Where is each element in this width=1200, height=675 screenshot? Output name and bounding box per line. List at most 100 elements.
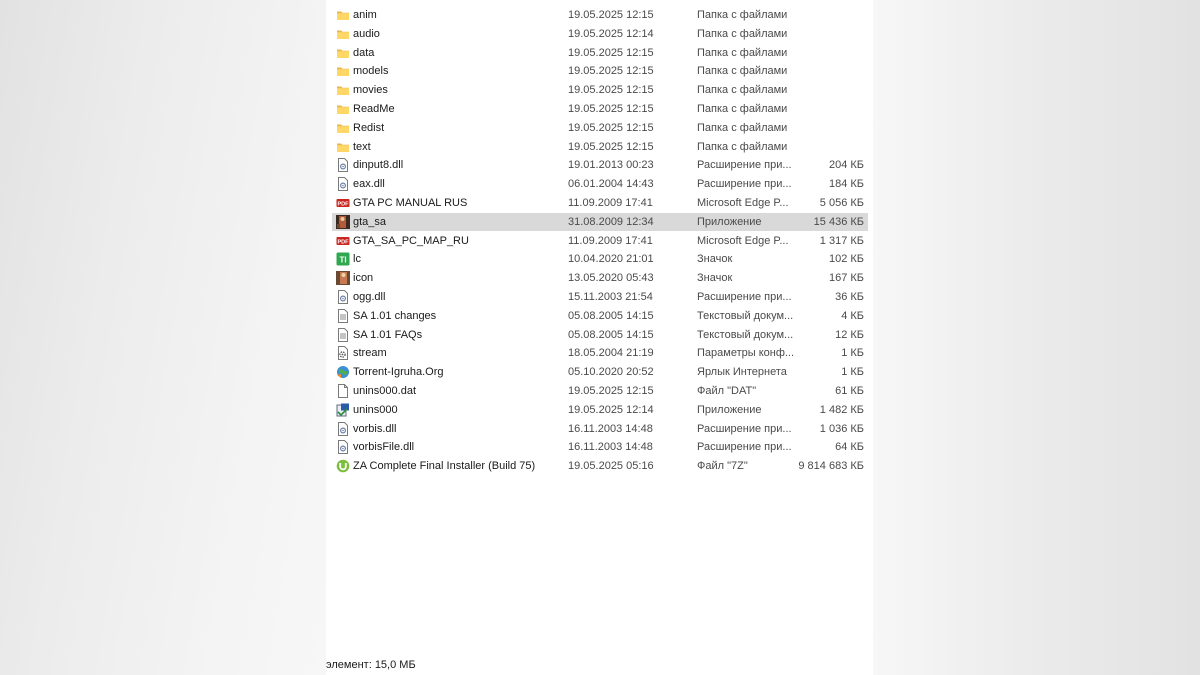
folder-icon (336, 121, 350, 135)
file-date-modified: 19.05.2025 12:14 (568, 403, 654, 416)
file-date-modified: 05.08.2005 14:15 (568, 309, 654, 322)
file-row[interactable]: dinput8.dll 19.01.2013 00:23 Расширение пр… (332, 156, 868, 174)
file-name: vorbisFile.dll (353, 441, 415, 454)
file-type: Расширение при... (697, 422, 792, 435)
file-type: Параметры конф... (697, 347, 795, 360)
file-date-modified: 19.05.2025 12:15 (568, 65, 654, 78)
file-name: dinput8.dll (353, 159, 404, 172)
file-row[interactable]: stream 18.05.2004 21:19 Параметры конф... 1… (332, 344, 868, 362)
background-left (0, 0, 326, 675)
file-date-modified: 06.01.2004 14:43 (568, 178, 654, 191)
file-row[interactable]: movies 19.05.2025 12:15 Папка с файлами (332, 81, 868, 99)
config-file-icon (336, 346, 350, 361)
file-date-modified: 31.08.2009 12:34 (568, 215, 654, 228)
file-size: 5 056 КБ (819, 197, 864, 209)
file-row[interactable]: eax.dll 06.01.2004 14:43 Расширение при...… (332, 175, 868, 193)
file-size: 204 КБ (828, 159, 864, 172)
file-type: Текстовый докум... (697, 328, 794, 341)
file-size: 102 КБ (828, 253, 864, 266)
file-date-modified: 13.05.2020 05:43 (568, 272, 654, 285)
dll-file-icon (336, 290, 350, 304)
file-type: Папка с файлами (697, 140, 788, 153)
folder-icon (336, 27, 350, 41)
file-row[interactable]: PDF GTA_SA_PC_MAP_RU 11.09.2009 17:41 Micro… (332, 232, 868, 250)
status-bar-text: элемент: 15,0 МБ (326, 659, 416, 671)
file-type: Папка с файлами (697, 46, 788, 59)
game-ico-icon (336, 271, 350, 286)
green-ico-icon: TI (336, 252, 350, 266)
file-row[interactable]: TI lc 10.04.2020 21:01 Значок 102 КБ (332, 250, 868, 268)
file-date-modified: 19.05.2025 12:15 (568, 140, 654, 153)
file-name: unins000.dat (353, 385, 416, 397)
file-row[interactable]: SA 1.01 FAQs 05.08.2005 14:15 Текстовый до… (332, 326, 868, 344)
file-date-modified: 18.05.2004 21:19 (568, 347, 654, 360)
internet-shortcut-icon (336, 365, 350, 379)
file-size: 1 317 КБ (819, 234, 864, 247)
file-row[interactable]: Torrent-Igruha.Org 05.10.2020 20:52 Ярлык … (332, 363, 868, 381)
file-name: stream (353, 347, 387, 360)
file-date-modified: 19.05.2025 12:15 (568, 84, 654, 97)
file-row[interactable]: data 19.05.2025 12:15 Папка с файлами (332, 44, 868, 62)
file-size: 1 КБ (841, 347, 864, 360)
file-size: 1 482 КБ (819, 403, 864, 416)
file-type: Microsoft Edge P... (697, 197, 789, 209)
file-row[interactable]: audio 19.05.2025 12:14 Папка с файлами (332, 25, 868, 43)
file-type: Расширение при... (697, 178, 792, 191)
file-size: 9 814 683 КБ (798, 460, 864, 473)
file-date-modified: 16.11.2003 14:48 (568, 441, 653, 454)
file-date-modified: 15.11.2003 21:54 (568, 291, 653, 303)
file-date-modified: 19.05.2025 12:15 (568, 103, 654, 115)
file-row[interactable]: unins000.dat 19.05.2025 12:15 Файл "DAT" 61… (332, 382, 868, 400)
file-row[interactable]: Redist 19.05.2025 12:15 Папка с файлами (332, 119, 868, 137)
file-date-modified: 05.08.2005 14:15 (568, 328, 654, 341)
file-type: Файл "DAT" (697, 385, 757, 397)
pdf-icon: PDF (336, 234, 350, 248)
dll-file-icon (336, 421, 350, 436)
file-name: ReadMe (353, 103, 395, 115)
file-row[interactable]: text 19.05.2025 12:15 Папка с файлами (332, 138, 868, 156)
file-row[interactable]: vorbis.dll 16.11.2003 14:48 Расширение при… (332, 420, 868, 438)
file-name: lc (353, 253, 361, 266)
file-size: 184 КБ (828, 178, 864, 191)
file-name: gta_sa (353, 215, 387, 228)
file-row[interactable]: gta_sa 31.08.2009 12:34 Приложение 15 436 К… (332, 212, 868, 231)
svg-text:PDF: PDF (338, 201, 350, 207)
file-size: 167 КБ (828, 272, 864, 285)
file-size: 64 КБ (835, 441, 864, 454)
file-name: text (353, 140, 371, 153)
blank-file-icon (336, 384, 350, 398)
text-file-icon (336, 308, 350, 323)
file-type: Папка с файлами (697, 84, 788, 97)
file-size: 1 036 КБ (819, 422, 864, 435)
file-row[interactable]: SA 1.01 changes 05.08.2005 14:15 Текстовый… (332, 307, 868, 325)
file-size: 1 КБ (841, 366, 864, 379)
file-date-modified: 11.09.2009 17:41 (568, 197, 653, 209)
file-date-modified: 19.05.2025 12:15 (568, 9, 654, 21)
file-name: audio (353, 27, 380, 40)
file-type: Папка с файлами (697, 9, 788, 21)
file-row[interactable]: models 19.05.2025 12:15 Папка с файлами (332, 62, 868, 80)
installer-app-icon (336, 403, 350, 417)
file-row[interactable]: ReadMe 19.05.2025 12:15 Папка с файлами (332, 100, 868, 118)
dll-file-icon (336, 440, 350, 455)
file-type: Microsoft Edge P... (697, 234, 789, 247)
file-size: 12 КБ (835, 328, 864, 341)
file-row[interactable]: PDF GTA PC MANUAL RUS 11.09.2009 17:41 Micr… (332, 194, 868, 212)
file-name: models (353, 65, 389, 78)
utorrent-icon (336, 459, 350, 473)
file-name: GTA_SA_PC_MAP_RU (353, 234, 469, 247)
file-row[interactable]: ZA Complete Final Installer (Build 75) 19… (332, 457, 868, 475)
file-size: 4 КБ (841, 309, 864, 322)
file-name: anim (353, 9, 377, 21)
file-date-modified: 19.05.2025 12:15 (568, 121, 654, 134)
file-type: Папка с файлами (697, 103, 788, 115)
file-row[interactable]: vorbisFile.dll 16.11.2003 14:48 Расширение… (332, 438, 868, 456)
file-row[interactable]: ogg.dll 15.11.2003 21:54 Расширение при...… (332, 288, 868, 306)
file-row[interactable]: anim 19.05.2025 12:15 Папка с файлами (332, 6, 868, 24)
file-date-modified: 19.05.2025 12:15 (568, 46, 654, 59)
file-name: SA 1.01 FAQs (353, 328, 423, 341)
folder-icon (336, 140, 350, 154)
file-row[interactable]: icon 13.05.2020 05:43 Значок 167 КБ (332, 269, 868, 287)
file-type: Папка с файлами (697, 121, 788, 134)
file-row[interactable]: unins000 19.05.2025 12:14 Приложение 1 482 … (332, 401, 868, 419)
